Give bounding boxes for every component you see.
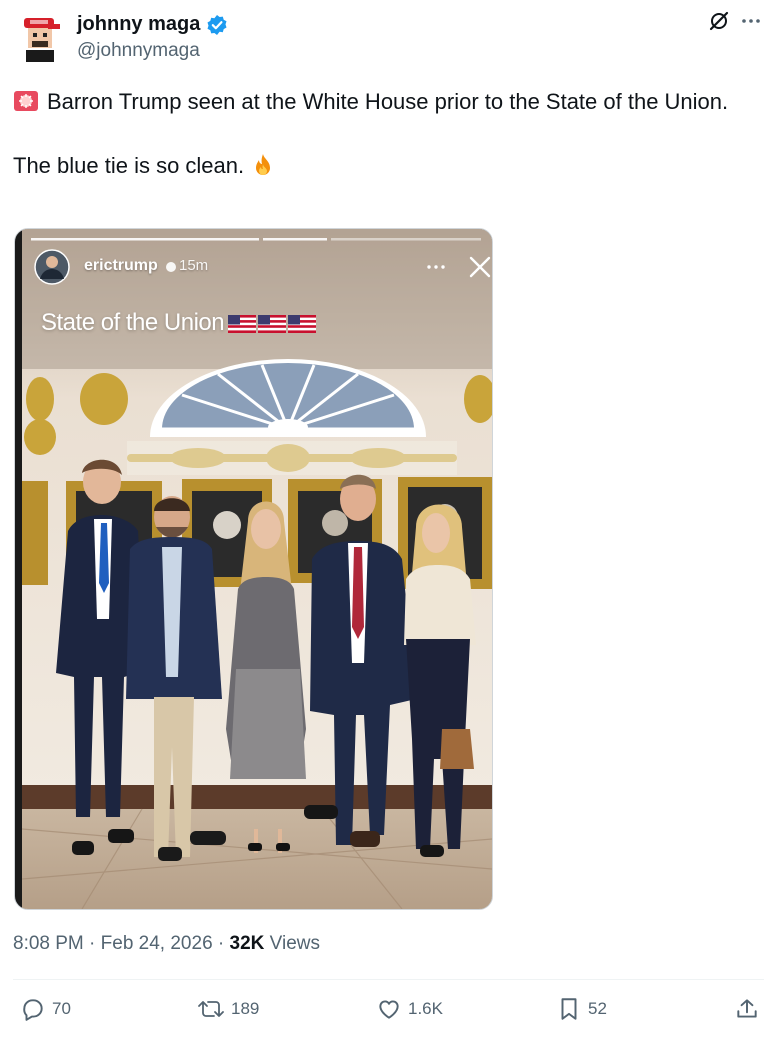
share-button[interactable] bbox=[734, 996, 760, 1022]
post-media[interactable]: erictrump 15m State of the Union bbox=[14, 228, 493, 910]
story-timestamp: 15m bbox=[179, 257, 209, 274]
handle[interactable]: @johnnymaga bbox=[77, 40, 200, 62]
views-label: Views bbox=[269, 933, 321, 954]
reply-count: 70 bbox=[52, 999, 71, 1018]
post-time[interactable]: 8:08 PM bbox=[13, 933, 84, 954]
post-line-2: The blue tie is so clean. bbox=[13, 153, 245, 178]
action-bar: 70 189 1.6K 52 bbox=[0, 996, 776, 1032]
repost-button[interactable]: 189 bbox=[197, 996, 259, 1022]
heart-icon bbox=[379, 1000, 399, 1019]
divider bbox=[13, 979, 764, 980]
reply-icon bbox=[23, 999, 43, 1021]
post-meta: 8:08 PM · Feb 24, 2026 · 32K Views bbox=[13, 933, 321, 954]
story-username: erictrump bbox=[84, 257, 158, 274]
like-count: 1.6K bbox=[408, 999, 443, 1018]
bookmark-icon bbox=[561, 998, 577, 1020]
bookmark-button[interactable]: 52 bbox=[556, 996, 607, 1022]
post-text: Barron Trump seen at the White House pri… bbox=[13, 86, 733, 182]
repost-icon bbox=[198, 1001, 224, 1017]
verified-badge-icon bbox=[207, 14, 227, 35]
post-date[interactable]: Feb 24, 2026 bbox=[101, 933, 213, 954]
more-options-icon[interactable] bbox=[740, 10, 762, 32]
display-name[interactable]: johnny maga bbox=[77, 13, 200, 36]
fire-emoji-icon bbox=[256, 154, 271, 175]
top-right-actions bbox=[708, 10, 762, 32]
story-image: erictrump 15m State of the Union bbox=[22, 229, 492, 909]
post-line-1: Barron Trump seen at the White House pri… bbox=[47, 89, 729, 114]
reply-button[interactable]: 70 bbox=[20, 996, 71, 1022]
author-name-row[interactable]: johnny maga bbox=[77, 13, 228, 36]
siren-emoji-icon bbox=[14, 91, 38, 111]
repost-count: 189 bbox=[231, 999, 260, 1018]
views-count: 32K bbox=[229, 933, 265, 954]
share-icon bbox=[737, 999, 757, 1018]
story-caption: State of the Union bbox=[41, 309, 225, 336]
grok-icon[interactable] bbox=[708, 10, 730, 32]
avatar[interactable] bbox=[18, 14, 64, 64]
like-button[interactable]: 1.6K bbox=[376, 996, 443, 1022]
bookmark-count: 52 bbox=[588, 999, 607, 1018]
